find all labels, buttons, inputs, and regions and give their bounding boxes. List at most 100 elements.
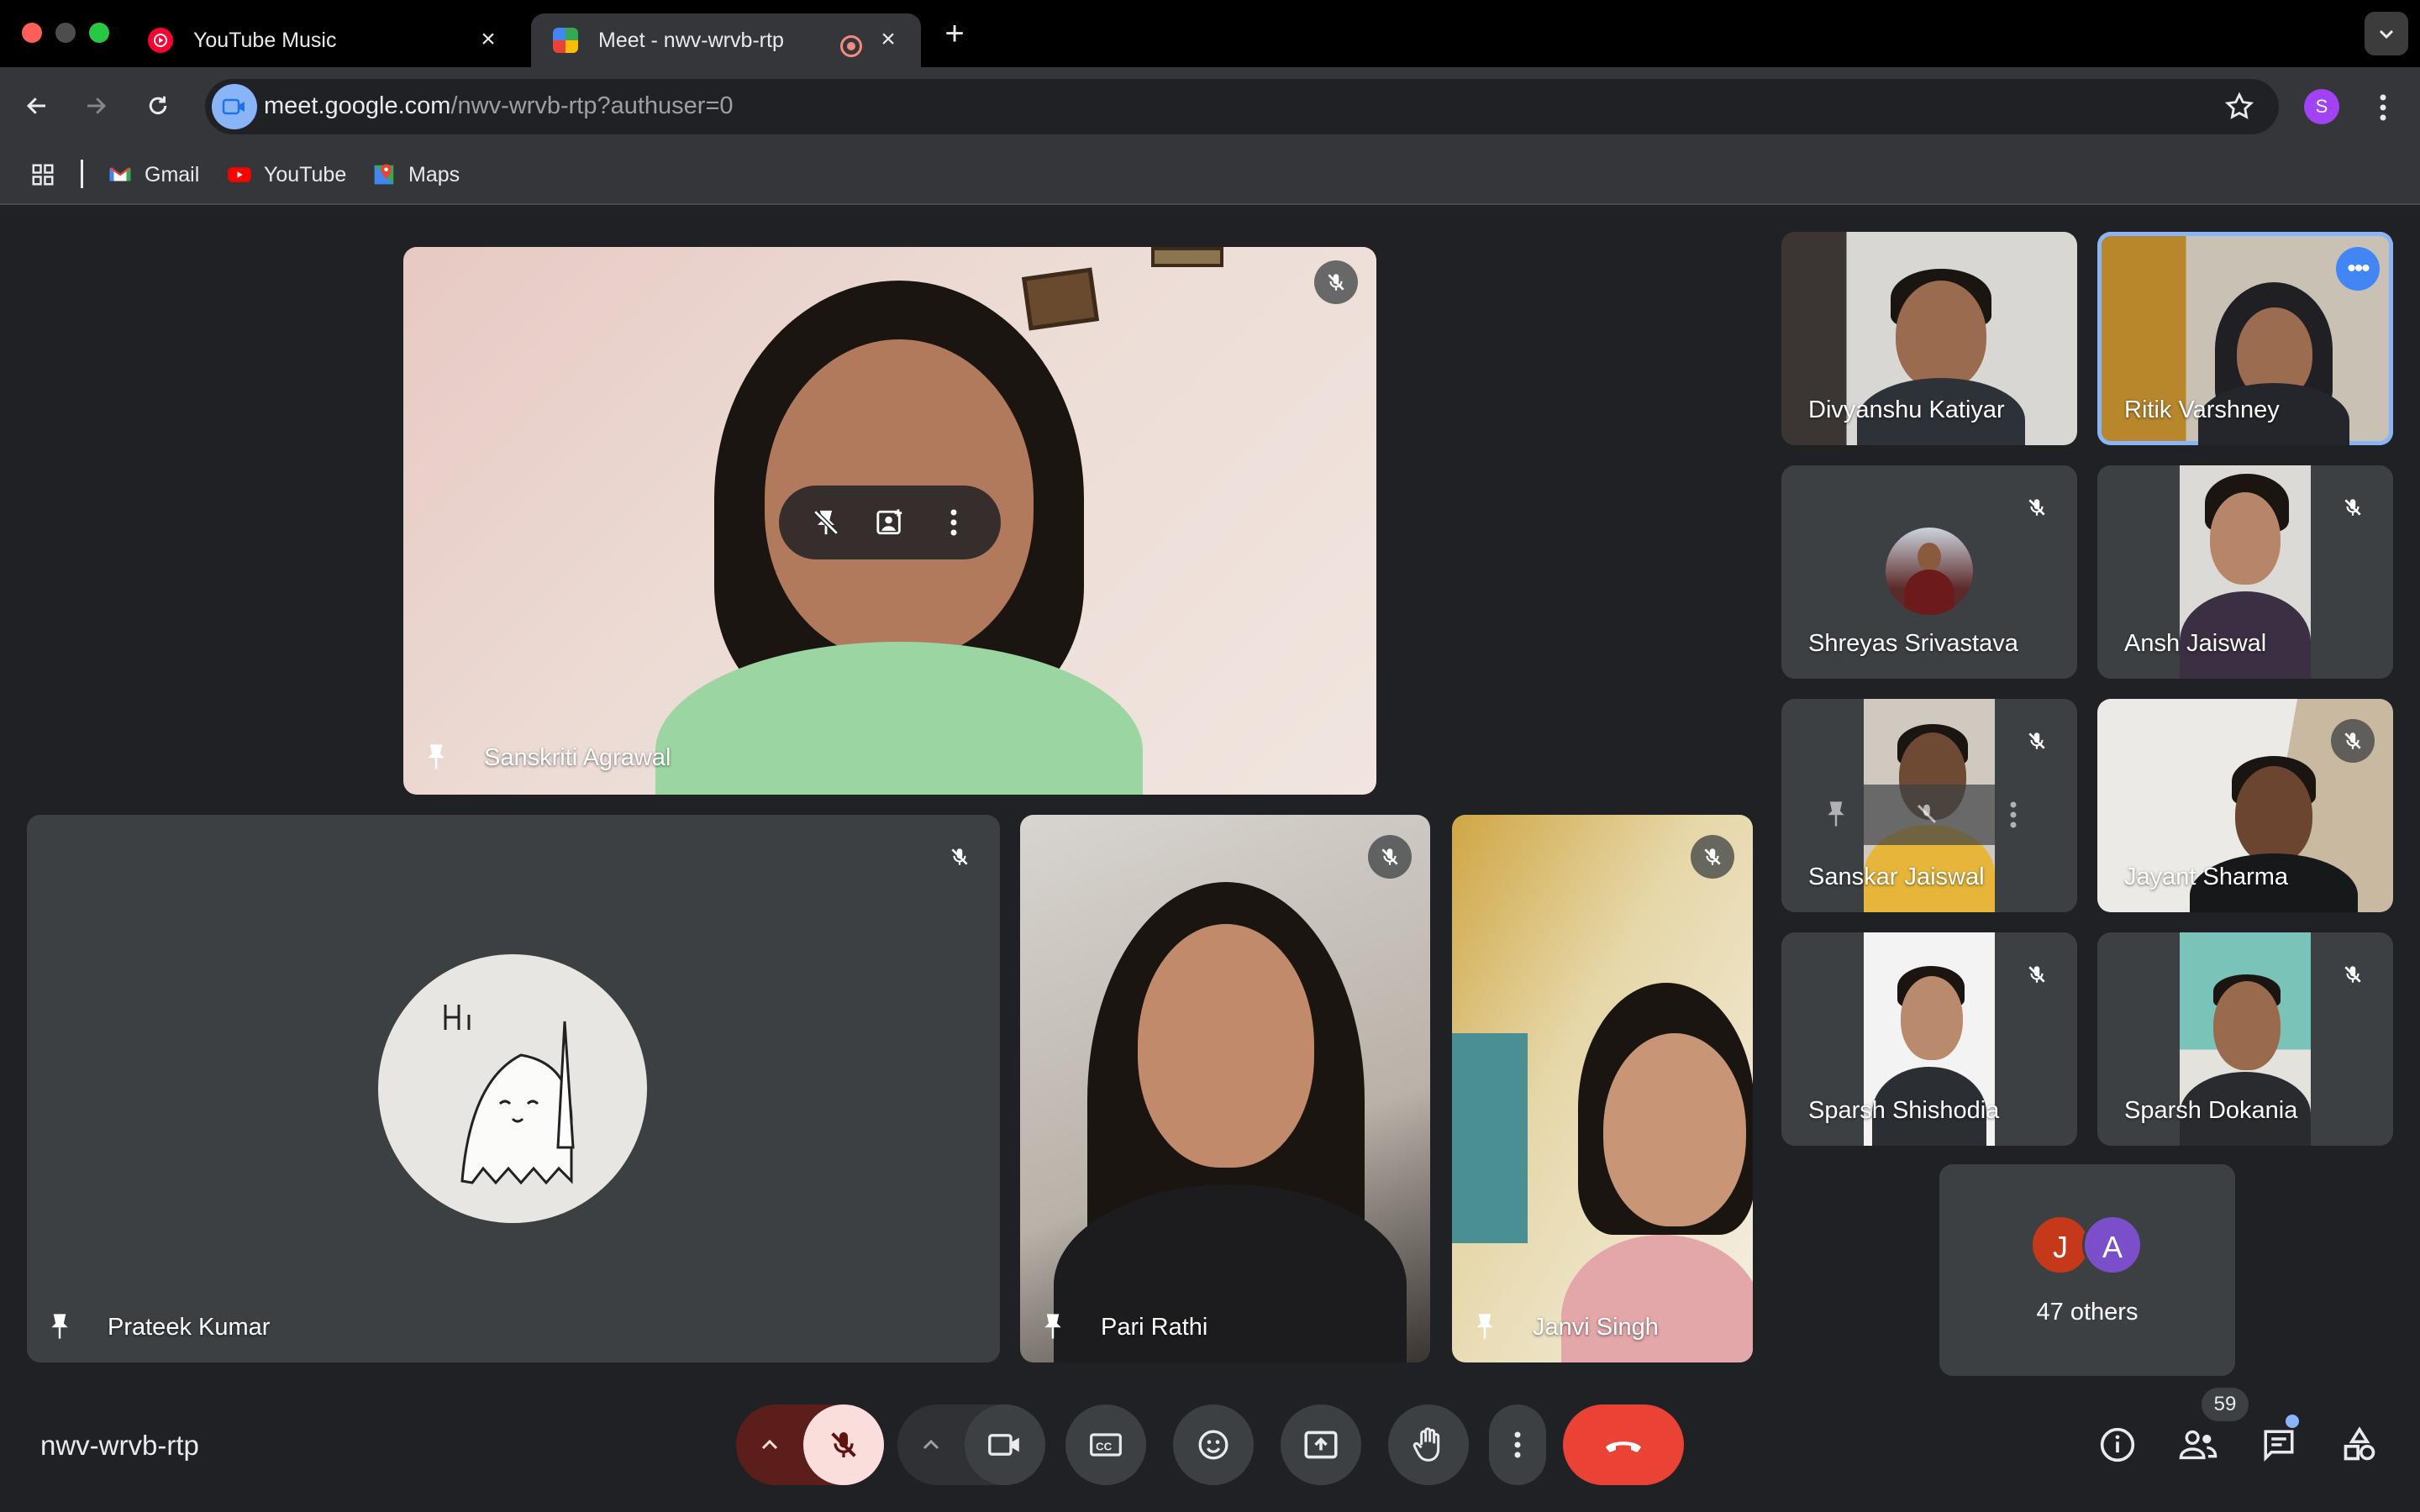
arrow-right-icon bbox=[87, 97, 107, 114]
bookmark-youtube[interactable]: YouTube bbox=[227, 161, 346, 188]
participant-tile-pari[interactable]: Pari Rathi bbox=[1020, 815, 1430, 1362]
mic-off-icon bbox=[2344, 499, 2361, 516]
raise-hand-icon bbox=[1413, 1427, 1440, 1462]
participant-name: Ritik Varshney bbox=[2124, 396, 2280, 423]
participant-tile-jayant[interactable]: Jayant Sharma bbox=[2097, 699, 2393, 912]
microphone-toggle-button[interactable] bbox=[803, 1404, 884, 1485]
more-vert-icon bbox=[950, 509, 957, 536]
chevron-up-icon bbox=[923, 1439, 939, 1450]
participant-tile-ritik[interactable]: ••• Ritik Varshney bbox=[2097, 232, 2393, 445]
participant-name: Jayant Sharma bbox=[2124, 864, 2289, 890]
tab-search-button[interactable] bbox=[2365, 12, 2408, 55]
camera-toggle-button[interactable] bbox=[965, 1404, 1045, 1485]
tab-title: YouTube Music bbox=[193, 28, 337, 52]
activities-button[interactable] bbox=[2336, 1421, 2383, 1468]
chevron-up-icon bbox=[761, 1439, 778, 1450]
mic-off-icon bbox=[2344, 732, 2361, 749]
camera-control-group bbox=[897, 1404, 1045, 1485]
chat-icon bbox=[2264, 1430, 2294, 1462]
participant-name: Divyanshu Katiyar bbox=[1808, 396, 2005, 423]
wall-frame bbox=[1151, 247, 1223, 267]
muted-indicator bbox=[2331, 953, 2375, 996]
participant-avatar bbox=[378, 954, 647, 1223]
avatar: A bbox=[2082, 1215, 2143, 1275]
back-button[interactable] bbox=[17, 86, 57, 126]
participant-tile-prateek[interactable]: Prateek Kumar bbox=[27, 815, 1000, 1362]
more-options-button[interactable] bbox=[1489, 1404, 1546, 1485]
pin-icon[interactable] bbox=[424, 743, 449, 771]
tab-title: Meet - nwv-wrvb-rtp bbox=[598, 28, 784, 52]
unpin-icon bbox=[813, 510, 839, 535]
raise-hand-button[interactable] bbox=[1388, 1404, 1469, 1485]
participant-tile-sanskriti[interactable]: Sanskriti Agrawal bbox=[403, 247, 1376, 795]
mic-off-icon bbox=[831, 1432, 856, 1457]
tile-hover-toolbar bbox=[779, 486, 1001, 559]
tile-more-options-button[interactable] bbox=[934, 503, 973, 542]
reload-icon bbox=[149, 96, 167, 115]
close-window-button[interactable] bbox=[22, 23, 42, 43]
frame-person-button[interactable] bbox=[871, 503, 909, 542]
mute-participant-button[interactable] bbox=[1914, 800, 1939, 832]
frame-person-icon bbox=[876, 509, 902, 535]
participant-tile-janvi[interactable]: Janvi Singh bbox=[1452, 815, 1753, 1362]
tab-youtube-music[interactable]: YouTube Music × bbox=[126, 13, 521, 67]
arrow-left-icon bbox=[26, 97, 45, 114]
participant-tile-sparsh-dokania[interactable]: Sparsh Dokania bbox=[2097, 932, 2393, 1146]
video-settings-button[interactable] bbox=[897, 1404, 965, 1485]
reload-button[interactable] bbox=[138, 86, 178, 126]
leave-call-button[interactable] bbox=[1563, 1404, 1684, 1485]
participant-name: Sanskar Jaiswal bbox=[1808, 864, 1985, 890]
address-bar[interactable]: meet.google.com/nwv-wrvb-rtp?authuser=0 bbox=[205, 79, 2279, 134]
meeting-details-button[interactable] bbox=[2094, 1421, 2141, 1468]
zoom-window-button[interactable] bbox=[89, 23, 109, 43]
bookmark-maps[interactable]: Maps bbox=[371, 161, 460, 188]
close-tab-icon[interactable]: × bbox=[476, 27, 501, 52]
captions-button[interactable]: CC bbox=[1065, 1404, 1146, 1485]
bookmark-label: YouTube bbox=[264, 162, 347, 186]
minimize-window-button[interactable] bbox=[55, 23, 76, 43]
muted-indicator bbox=[1314, 260, 1358, 304]
url-path: /nwv-wrvb-rtp?authuser=0 bbox=[450, 92, 734, 119]
youtube-icon bbox=[228, 167, 251, 182]
close-tab-icon[interactable]: × bbox=[876, 27, 901, 52]
forward-button[interactable] bbox=[76, 86, 116, 126]
videocam-icon bbox=[988, 1434, 1019, 1456]
participant-tile-sanskar[interactable]: Sanskar Jaiswal bbox=[1781, 699, 2077, 912]
bookmark-gmail[interactable]: Gmail bbox=[108, 161, 199, 188]
unpin-button[interactable] bbox=[807, 503, 845, 542]
new-tab-button[interactable]: + bbox=[938, 17, 971, 50]
info-icon bbox=[2100, 1427, 2135, 1462]
profile-avatar[interactable]: S bbox=[2304, 89, 2339, 124]
more-vert-icon bbox=[2010, 801, 2017, 828]
chat-button[interactable] bbox=[2255, 1421, 2302, 1468]
participant-tile-ansh[interactable]: Ansh Jaiswal bbox=[2097, 465, 2393, 679]
tab-meet[interactable]: Meet - nwv-wrvb-rtp × bbox=[531, 13, 921, 67]
bookmarks-bar: Gmail YouTube Maps bbox=[0, 144, 2420, 205]
apps-button[interactable] bbox=[30, 161, 55, 188]
others-tile[interactable]: J A 47 others bbox=[1939, 1164, 2235, 1376]
tile-more-options-button[interactable] bbox=[2010, 801, 2017, 832]
site-info-icon[interactable] bbox=[212, 84, 257, 129]
pin-icon[interactable] bbox=[1472, 1312, 1497, 1341]
participant-avatar bbox=[1886, 528, 1973, 615]
audio-settings-button[interactable] bbox=[736, 1404, 803, 1485]
pin-button[interactable] bbox=[1823, 800, 1849, 832]
apps-grid-icon bbox=[32, 164, 54, 186]
participant-video bbox=[1561, 983, 1753, 1362]
present-screen-button[interactable] bbox=[1281, 1404, 1361, 1485]
participant-tile-divyanshu[interactable]: Divyanshu Katiyar bbox=[1781, 232, 2077, 445]
mic-off-icon bbox=[2028, 966, 2045, 983]
mic-off-icon bbox=[1917, 804, 1937, 824]
mic-off-icon bbox=[1704, 848, 1721, 865]
bookmark-star-icon[interactable] bbox=[2223, 91, 2255, 123]
participant-tile-shreyas[interactable]: Shreyas Srivastava bbox=[1781, 465, 2077, 679]
muted-indicator bbox=[1691, 835, 1734, 879]
people-button[interactable] bbox=[2175, 1421, 2222, 1468]
pin-icon[interactable] bbox=[47, 1312, 72, 1341]
participant-more-button[interactable]: ••• bbox=[2336, 247, 2380, 291]
browser-menu-button[interactable] bbox=[2368, 87, 2398, 128]
reactions-button[interactable] bbox=[1173, 1404, 1254, 1485]
muted-indicator bbox=[2015, 486, 2059, 529]
participant-tile-sparsh-shishodia[interactable]: Sparsh Shishodia bbox=[1781, 932, 2077, 1146]
pin-icon[interactable] bbox=[1040, 1312, 1065, 1341]
